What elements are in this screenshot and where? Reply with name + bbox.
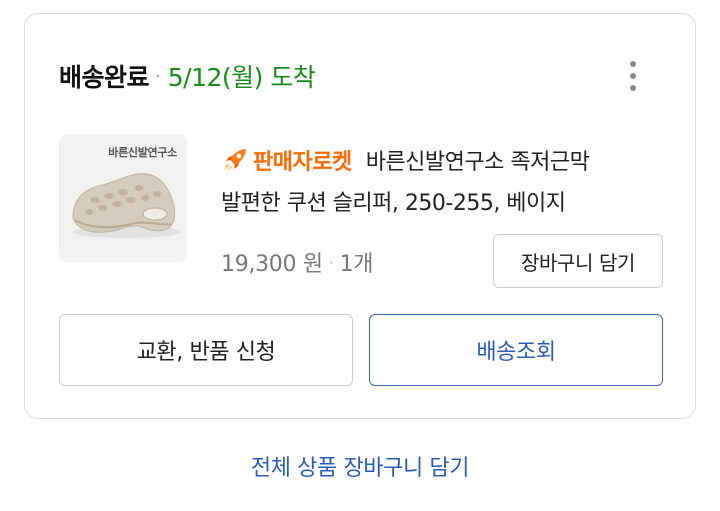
more-options-icon[interactable] bbox=[621, 56, 645, 96]
exchange-return-button[interactable]: 교환, 반품 신청 bbox=[59, 314, 353, 386]
product-name-line2[interactable]: 발편한 쿠션 슬리퍼, 250-255, 베이지 bbox=[221, 186, 566, 222]
rocket-icon bbox=[225, 149, 246, 171]
product-title-line1[interactable]: 판매자로켓 바른신발연구소 족저근막 bbox=[221, 142, 590, 178]
order-status-header: 배송완료 · 5/12(월) 도착 bbox=[59, 58, 316, 94]
more-dot bbox=[630, 73, 636, 79]
add-to-cart-button[interactable]: 장바구니 담기 bbox=[493, 234, 663, 288]
add-all-to-cart-link[interactable]: 전체 상품 장바구니 담기 bbox=[0, 446, 720, 486]
delivery-tracking-button[interactable]: 배송조회 bbox=[369, 314, 663, 386]
thumbnail-brand-text: 바른신발연구소 bbox=[108, 146, 177, 159]
order-card: 배송완료 · 5/12(월) 도착 바른신발연구소 판매자로켓 바른신발연구소 … bbox=[24, 13, 696, 419]
more-dot bbox=[630, 61, 636, 67]
seller-rocket-badge: 판매자로켓 bbox=[253, 150, 352, 175]
product-price: 19,300 원 bbox=[221, 252, 323, 277]
price-separator: · bbox=[328, 252, 334, 272]
more-dot bbox=[630, 85, 636, 91]
status-separator: · bbox=[155, 65, 161, 87]
product-name-line1: 바른신발연구소 족저근막 bbox=[365, 150, 590, 175]
product-quantity: 1개 bbox=[339, 252, 374, 277]
product-thumbnail[interactable]: 바른신발연구소 bbox=[59, 134, 187, 262]
price-quantity: 19,300 원 · 1개 bbox=[221, 244, 374, 280]
arrival-date: 5/12(월) 도착 bbox=[167, 63, 316, 92]
delivery-status: 배송완료 bbox=[59, 63, 150, 92]
